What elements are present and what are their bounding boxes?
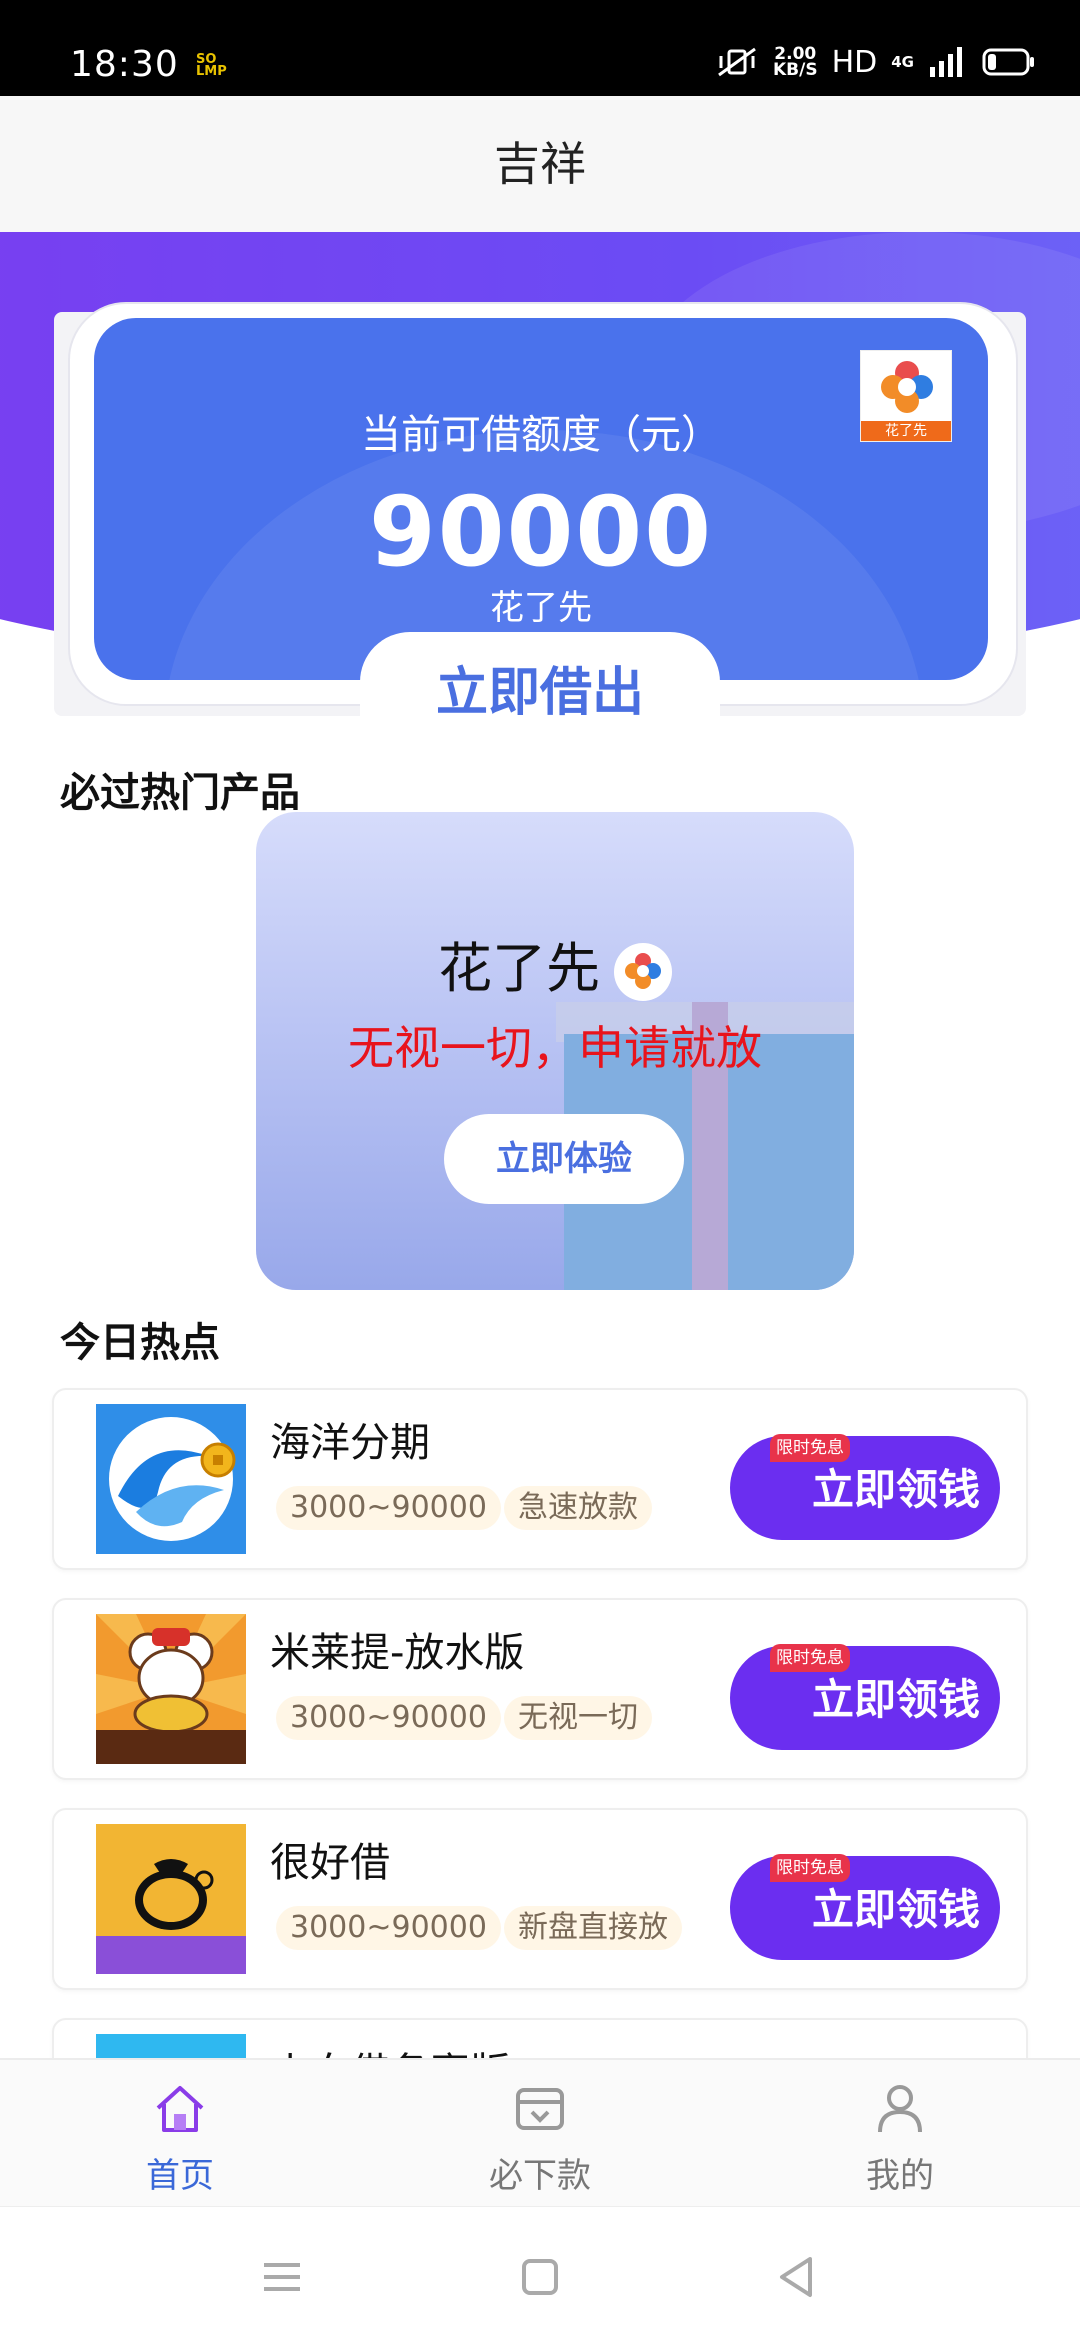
home-icon: [156, 2086, 204, 2132]
product-name: 米莱提-放水版: [270, 1630, 525, 1676]
hot-products-title: 必过热门产品: [60, 770, 300, 816]
brand-logo: 花了先: [860, 350, 952, 442]
credit-amount: 90000: [369, 476, 713, 588]
system-nav-bar: [0, 2206, 1080, 2340]
status-time: 18:30: [70, 44, 179, 85]
battery-icon: [982, 48, 1034, 76]
wallet-icon: [516, 2088, 564, 2130]
promo-slogan: 无视一切，申请就放: [348, 1021, 762, 1075]
get-money-label: 立即领钱: [811, 1885, 980, 1934]
tab-mine-label: 我的: [866, 2156, 934, 2196]
home-square-icon[interactable]: [510, 2247, 570, 2307]
ocean-app-icon: [96, 1404, 246, 1554]
feature-tag: 急速放款: [504, 1486, 652, 1530]
app-header: 吉祥: [0, 96, 1080, 232]
mute-vibrate-icon: [718, 47, 756, 77]
list-item[interactable]: 米莱提-放水版 3000~90000 无视一切 限时免息 立即领钱: [52, 1598, 1028, 1780]
amount-range-tag: 3000~90000: [276, 1906, 501, 1950]
mouse-app-icon: [96, 1614, 246, 1764]
try-now-button[interactable]: 立即体验: [444, 1114, 684, 1204]
brand-logo-caption: 花了先: [861, 421, 951, 441]
app-screen: 18:30 SO LMP 2.00 KB/S HD 4G 吉祥 当前可借额度（元…: [0, 0, 1080, 2340]
status-bar: 18:30 SO LMP 2.00 KB/S HD 4G: [0, 0, 1080, 96]
credit-label: 当前可借额度（元）: [361, 412, 721, 458]
feature-tag: 无视一切: [504, 1696, 652, 1740]
page-title: 吉祥: [494, 137, 586, 191]
status-app-badge: SO LMP: [196, 52, 227, 79]
borrow-now-button[interactable]: 立即借出: [360, 632, 720, 732]
today-hot-title: 今日热点: [60, 1320, 220, 1366]
amount-range-tag: 3000~90000: [276, 1486, 501, 1530]
product-name: 很好借: [270, 1840, 390, 1886]
user-icon: [878, 2085, 922, 2133]
feature-tag: 新盘直接放: [504, 1906, 682, 1950]
list-item[interactable]: 很好借 3000~90000 新盘直接放 限时免息 立即领钱: [52, 1808, 1028, 1990]
tab-mine[interactable]: 我的: [800, 2078, 1000, 2197]
money-bag-app-icon: [96, 1824, 246, 1974]
get-money-button[interactable]: 限时免息 立即领钱: [730, 1854, 1000, 1960]
get-money-label: 立即领钱: [811, 1675, 980, 1724]
promo-product: 花了先: [256, 924, 854, 1003]
network-type: 4G: [891, 53, 914, 71]
tab-home[interactable]: 首页: [80, 2078, 280, 2197]
hd-indicator: HD: [831, 44, 878, 80]
flower-logo-icon: [881, 361, 933, 413]
promo-card[interactable]: 花了先 无视一切，申请就放 立即体验: [256, 812, 854, 1290]
promo-product-name: 花了先: [438, 937, 600, 1000]
list-item[interactable]: 海洋分期 3000~90000 急速放款 限时免息 立即领钱: [52, 1388, 1028, 1570]
get-money-button[interactable]: 限时免息 立即领钱: [730, 1644, 1000, 1750]
product-name: 海洋分期: [270, 1420, 430, 1466]
tab-must-loan-label: 必下款: [489, 2156, 591, 2196]
status-indicators: 2.00 KB/S HD 4G: [715, 42, 1036, 82]
back-icon[interactable]: [766, 2247, 826, 2307]
get-money-label: 立即领钱: [811, 1465, 980, 1514]
signal-icon: [930, 47, 962, 77]
tab-home-label: 首页: [146, 2156, 214, 2196]
get-money-button[interactable]: 限时免息 立即领钱: [730, 1434, 1000, 1540]
borrow-now-label: 立即借出: [435, 663, 644, 723]
credit-card: 当前可借额度（元） 90000 花了先: [94, 318, 988, 680]
network-speed: 2.00 KB/S: [772, 44, 818, 80]
tab-must-loan[interactable]: 必下款: [440, 2078, 640, 2197]
credit-brand: 花了先: [490, 588, 592, 628]
bottom-tab-bar: 首页 必下款 我的: [0, 2058, 1080, 2206]
promo-logo-icon: [614, 943, 672, 1002]
amount-range-tag: 3000~90000: [276, 1696, 501, 1740]
menu-icon[interactable]: [252, 2247, 312, 2307]
